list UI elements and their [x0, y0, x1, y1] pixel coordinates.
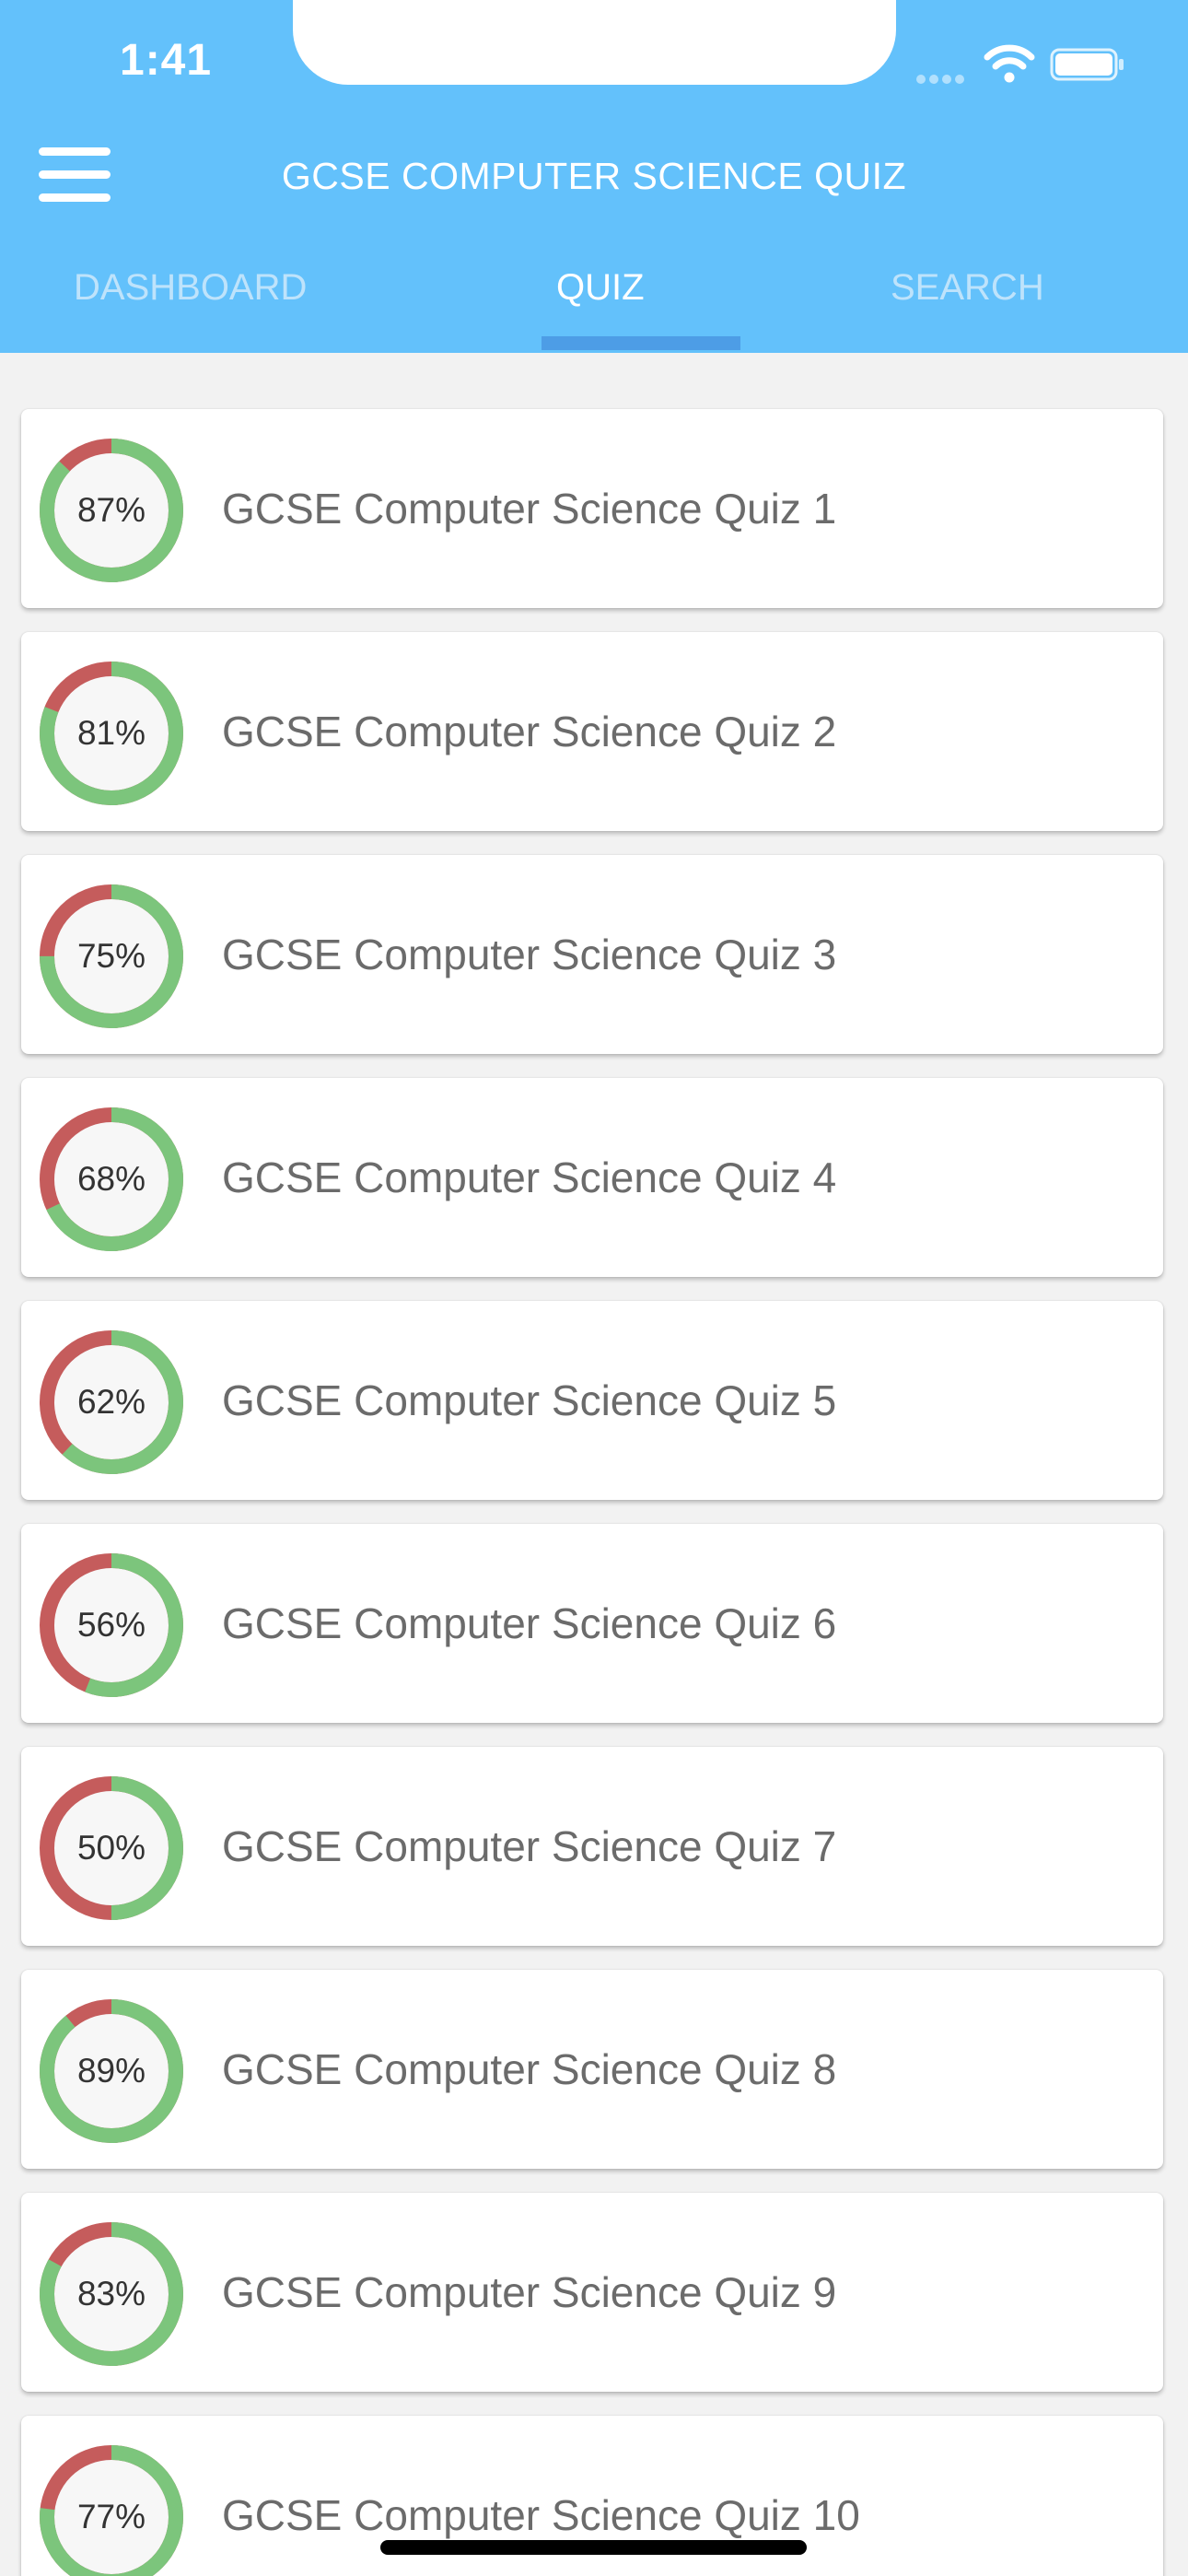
score-ring: 89% [36, 1996, 187, 2147]
score-percent-label: 56% [76, 1606, 146, 1644]
score-percent-label: 89% [76, 2052, 146, 2090]
quiz-list-item[interactable]: 50% GCSE Computer Science Quiz 7 [21, 1747, 1163, 1946]
score-ring: 83% [36, 2219, 187, 2370]
score-ring: 87% [36, 435, 187, 586]
wifi-icon [984, 44, 1035, 83]
active-tab-indicator [542, 336, 740, 350]
status-time: 1:41 [120, 36, 213, 85]
app-title: GCSE COMPUTER SCIENCE QUIZ [281, 155, 907, 197]
app-header: 1:41 GCSE COMPUTER SCIENCE QUIZ DASHBOAR… [0, 0, 1188, 353]
tab-search[interactable]: SEARCH [891, 267, 1044, 309]
score-ring: 81% [36, 658, 187, 809]
tab-dashboard[interactable]: DASHBOARD [74, 267, 307, 309]
home-indicator [380, 2540, 807, 2555]
quiz-title: GCSE Computer Science Quiz 6 [222, 1599, 837, 1647]
score-percent-label: 50% [76, 1829, 146, 1867]
score-ring: 75% [36, 881, 187, 1032]
tab-bar: DASHBOARD QUIZ SEARCH [0, 258, 1188, 353]
score-ring: 68% [36, 1104, 187, 1255]
quiz-list-item[interactable]: 62% GCSE Computer Science Quiz 5 [21, 1301, 1163, 1500]
battery-icon [1050, 48, 1124, 81]
quiz-title: GCSE Computer Science Quiz 4 [222, 1153, 837, 1201]
score-percent-label: 75% [76, 937, 146, 975]
score-percent-label: 62% [76, 1383, 146, 1421]
quiz-title: GCSE Computer Science Quiz 3 [222, 931, 837, 978]
cellular-signal-icon [916, 72, 972, 84]
score-ring: 62% [36, 1327, 187, 1478]
quiz-title: GCSE Computer Science Quiz 9 [222, 2268, 837, 2316]
score-ring: 50% [36, 1773, 187, 1924]
quiz-list-item[interactable]: 56% GCSE Computer Science Quiz 6 [21, 1524, 1163, 1723]
tab-quiz[interactable]: QUIZ [556, 267, 645, 309]
score-percent-label: 81% [76, 714, 146, 752]
quiz-title: GCSE Computer Science Quiz 8 [222, 2045, 837, 2093]
quiz-list: 87% GCSE Computer Science Quiz 1 81% GCSE C… [21, 409, 1163, 2576]
quiz-list-item[interactable]: 87% GCSE Computer Science Quiz 1 [21, 409, 1163, 608]
score-percent-label: 68% [76, 1160, 146, 1198]
quiz-title: GCSE Computer Science Quiz 1 [222, 485, 837, 533]
quiz-title: GCSE Computer Science Quiz 7 [222, 1822, 837, 1870]
score-percent-label: 83% [76, 2275, 146, 2313]
app-screen: 1:41 GCSE COMPUTER SCIENCE QUIZ DASHBOAR… [0, 0, 1188, 2576]
quiz-list-item[interactable]: 68% GCSE Computer Science Quiz 4 [21, 1078, 1163, 1277]
device-notch [293, 0, 896, 85]
score-ring: 77% [36, 2441, 187, 2576]
score-percent-label: 77% [76, 2498, 146, 2535]
score-ring: 56% [36, 1550, 187, 1701]
quiz-list-item[interactable]: 83% GCSE Computer Science Quiz 9 [21, 2193, 1163, 2392]
quiz-list-item[interactable]: 89% GCSE Computer Science Quiz 8 [21, 1970, 1163, 2169]
quiz-list-item[interactable]: 81% GCSE Computer Science Quiz 2 [21, 632, 1163, 831]
quiz-title: GCSE Computer Science Quiz 2 [222, 708, 837, 755]
quiz-list-item[interactable]: 75% GCSE Computer Science Quiz 3 [21, 855, 1163, 1054]
score-percent-label: 87% [76, 491, 146, 529]
quiz-title: GCSE Computer Science Quiz 5 [222, 1376, 837, 1424]
